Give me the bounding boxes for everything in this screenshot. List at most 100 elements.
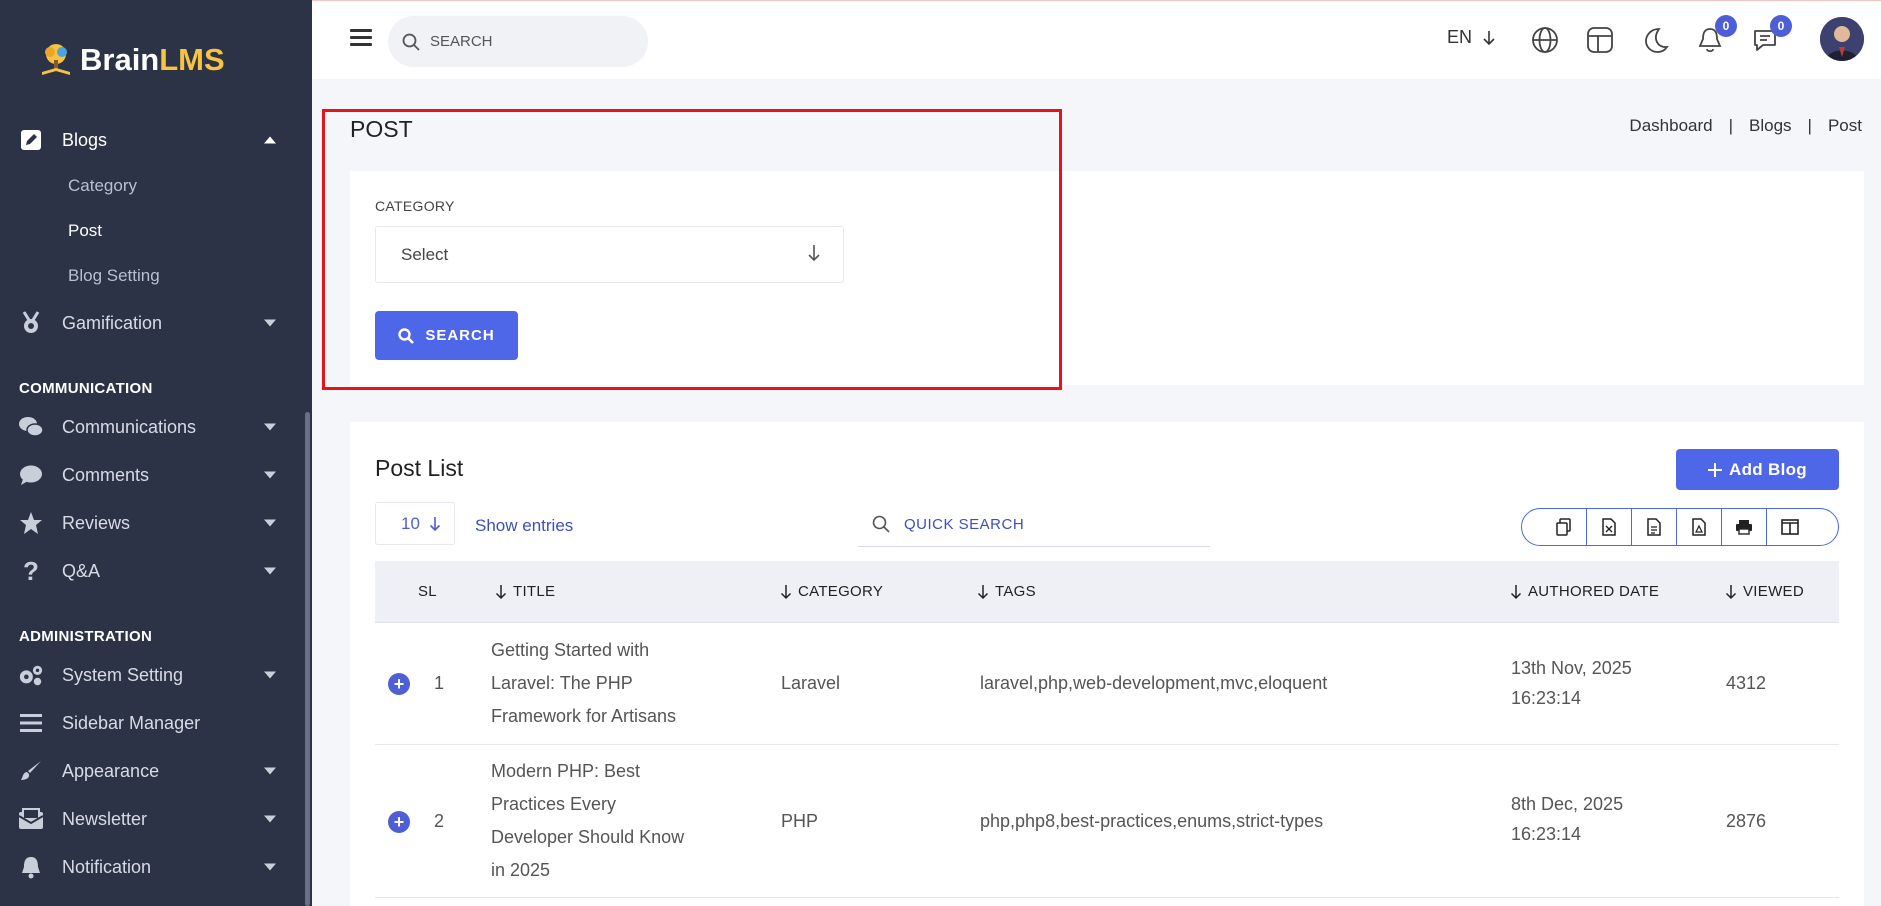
chevron-down-icon xyxy=(264,567,276,575)
messages-icon[interactable]: 0 xyxy=(1748,15,1792,57)
layout-icon[interactable] xyxy=(1583,23,1617,57)
global-search-input[interactable] xyxy=(430,33,630,50)
cell-tags: php,php8,best-practices,enums,strict-typ… xyxy=(980,811,1324,831)
star-icon xyxy=(18,510,44,536)
sidebar-item-communications[interactable]: Communications xyxy=(0,407,304,447)
quick-search-input[interactable] xyxy=(904,515,1184,533)
table-row[interactable]: + 2 Modern PHP: Best Practices Every Dev… xyxy=(375,745,1839,898)
globe-icon[interactable] xyxy=(1528,23,1562,57)
sidebar-item-label: System Setting xyxy=(62,664,184,685)
chevron-down-icon xyxy=(264,319,276,327)
chevron-down-icon xyxy=(264,671,276,679)
export-buttons xyxy=(1521,508,1839,546)
expand-row-icon[interactable]: + xyxy=(388,673,410,695)
breadcrumb-blogs[interactable]: Blogs xyxy=(1749,116,1792,136)
column-header-category[interactable]: CATEGORY xyxy=(780,583,883,600)
chevron-down-icon xyxy=(264,815,276,823)
copy-icon[interactable] xyxy=(1542,509,1587,545)
sidebar-item-label: Gamification xyxy=(62,312,163,333)
cell-title-line: Framework for Artisans xyxy=(491,706,677,726)
sidebar-item-gamification[interactable]: Gamification xyxy=(0,303,304,343)
chevron-up-icon xyxy=(264,136,276,144)
cell-tags: laravel,php,web-development,mvc,eloquent xyxy=(980,673,1328,693)
plus-icon xyxy=(1708,462,1723,477)
category-select[interactable]: Select xyxy=(375,226,844,283)
column-header-title[interactable]: TITLE xyxy=(495,583,555,600)
dark-mode-icon[interactable] xyxy=(1638,23,1672,57)
cell-title-line: in 2025 xyxy=(491,860,551,880)
arrow-down-icon xyxy=(1483,30,1495,45)
csv-icon[interactable] xyxy=(1632,509,1677,545)
sidebar-subitem-category[interactable]: Category xyxy=(68,171,137,201)
sidebar-item-system-setting[interactable]: System Setting xyxy=(0,655,304,695)
sort-arrow-icon xyxy=(977,584,989,599)
sidebar-item-sidebar-manager[interactable]: Sidebar Manager xyxy=(0,703,304,743)
sidebar-item-notification[interactable]: Notification xyxy=(0,847,304,887)
avatar[interactable] xyxy=(1820,17,1864,61)
chevron-down-icon xyxy=(264,519,276,527)
search-button[interactable]: SEARCH xyxy=(375,311,518,360)
expand-row-icon[interactable]: + xyxy=(388,811,410,833)
sidebar-subitem-post[interactable]: Post xyxy=(68,216,102,246)
menu-toggle-icon[interactable] xyxy=(350,29,372,47)
cell-viewed: 4312 xyxy=(1726,673,1767,693)
sidebar-item-blogs[interactable]: Blogs xyxy=(0,120,304,160)
sort-arrow-icon xyxy=(1510,584,1522,599)
brand-logo[interactable]: Brain LMS xyxy=(36,38,225,82)
add-blog-button[interactable]: Add Blog xyxy=(1676,449,1839,490)
quick-search[interactable] xyxy=(858,502,1210,547)
column-header-authored-date[interactable]: AUTHORED DATE xyxy=(1510,583,1659,600)
brain-tree-icon xyxy=(42,44,70,75)
section-title-administration: ADMINISTRATION xyxy=(19,628,153,645)
sidebar: Brain LMS Blogs Category Post Blog Settin… xyxy=(0,0,312,906)
notification-bell-icon[interactable]: 0 xyxy=(1693,15,1737,57)
sort-arrow-icon xyxy=(780,584,792,599)
excel-icon[interactable] xyxy=(1587,509,1632,545)
category-select-value: Select xyxy=(401,244,449,264)
language-selector[interactable]: EN xyxy=(1447,27,1496,48)
cell-sl: 1 xyxy=(434,673,445,693)
messages-count-badge: 0 xyxy=(1770,15,1792,37)
column-header-tags[interactable]: TAGS xyxy=(977,583,1036,600)
sidebar-item-label: Sidebar Manager xyxy=(62,712,201,733)
sidebar-item-appearance[interactable]: Appearance xyxy=(0,751,304,791)
language-value: EN xyxy=(1447,27,1473,47)
column-header-viewed-label: VIEWED xyxy=(1743,583,1804,600)
cell-title[interactable]: Modern PHP: Best Practices Every Develop… xyxy=(491,755,684,887)
print-icon[interactable] xyxy=(1722,509,1767,545)
cell-title-line: Practices Every xyxy=(491,794,617,814)
arrow-down-icon xyxy=(808,245,820,262)
columns-icon[interactable] xyxy=(1767,509,1812,545)
sidebar-item-comments[interactable]: Comments xyxy=(0,455,304,495)
sidebar-item-label: Q&A xyxy=(62,560,101,581)
sidebar-item-reviews[interactable]: Reviews xyxy=(0,503,304,543)
column-header-viewed[interactable]: VIEWED xyxy=(1725,583,1804,600)
pdf-icon[interactable] xyxy=(1677,509,1722,545)
column-header-sl-label: SL xyxy=(418,583,437,600)
search-icon xyxy=(872,515,890,533)
brand-part2: LMS xyxy=(159,42,225,77)
search-button-label: SEARCH xyxy=(425,327,495,344)
global-search[interactable] xyxy=(388,16,648,67)
sidebar-item-qa[interactable]: ? Q&A xyxy=(0,551,304,591)
table-row[interactable]: + 1 Getting Started with Laravel: The PH… xyxy=(375,623,1839,745)
cell-title-line: Developer Should Know xyxy=(491,827,685,847)
chat-icon xyxy=(18,414,44,440)
cell-date-line: 16:23:14 xyxy=(1511,688,1582,708)
cell-date-line: 8th Dec, 2025 xyxy=(1511,794,1624,814)
entries-value: 10 xyxy=(401,513,420,533)
breadcrumb-dashboard[interactable]: Dashboard xyxy=(1629,116,1712,136)
sidebar-scrollbar[interactable] xyxy=(305,412,310,906)
sort-arrow-icon xyxy=(495,584,507,599)
sidebar-item-newsletter[interactable]: Newsletter xyxy=(0,799,304,839)
entries-select[interactable]: 10 xyxy=(375,502,455,545)
column-header-sl[interactable]: SL xyxy=(418,583,437,600)
chevron-down-icon xyxy=(264,767,276,775)
cell-title[interactable]: Getting Started with Laravel: The PHP Fr… xyxy=(491,634,676,733)
sidebar-item-label: Appearance xyxy=(62,760,160,781)
category-label: CATEGORY xyxy=(375,198,455,214)
cell-date: 8th Dec, 2025 16:23:14 xyxy=(1511,789,1623,849)
cell-date-line: 13th Nov, 2025 xyxy=(1511,658,1632,678)
cell-category: Laravel xyxy=(781,673,841,693)
sidebar-subitem-blog-setting[interactable]: Blog Setting xyxy=(68,261,160,291)
